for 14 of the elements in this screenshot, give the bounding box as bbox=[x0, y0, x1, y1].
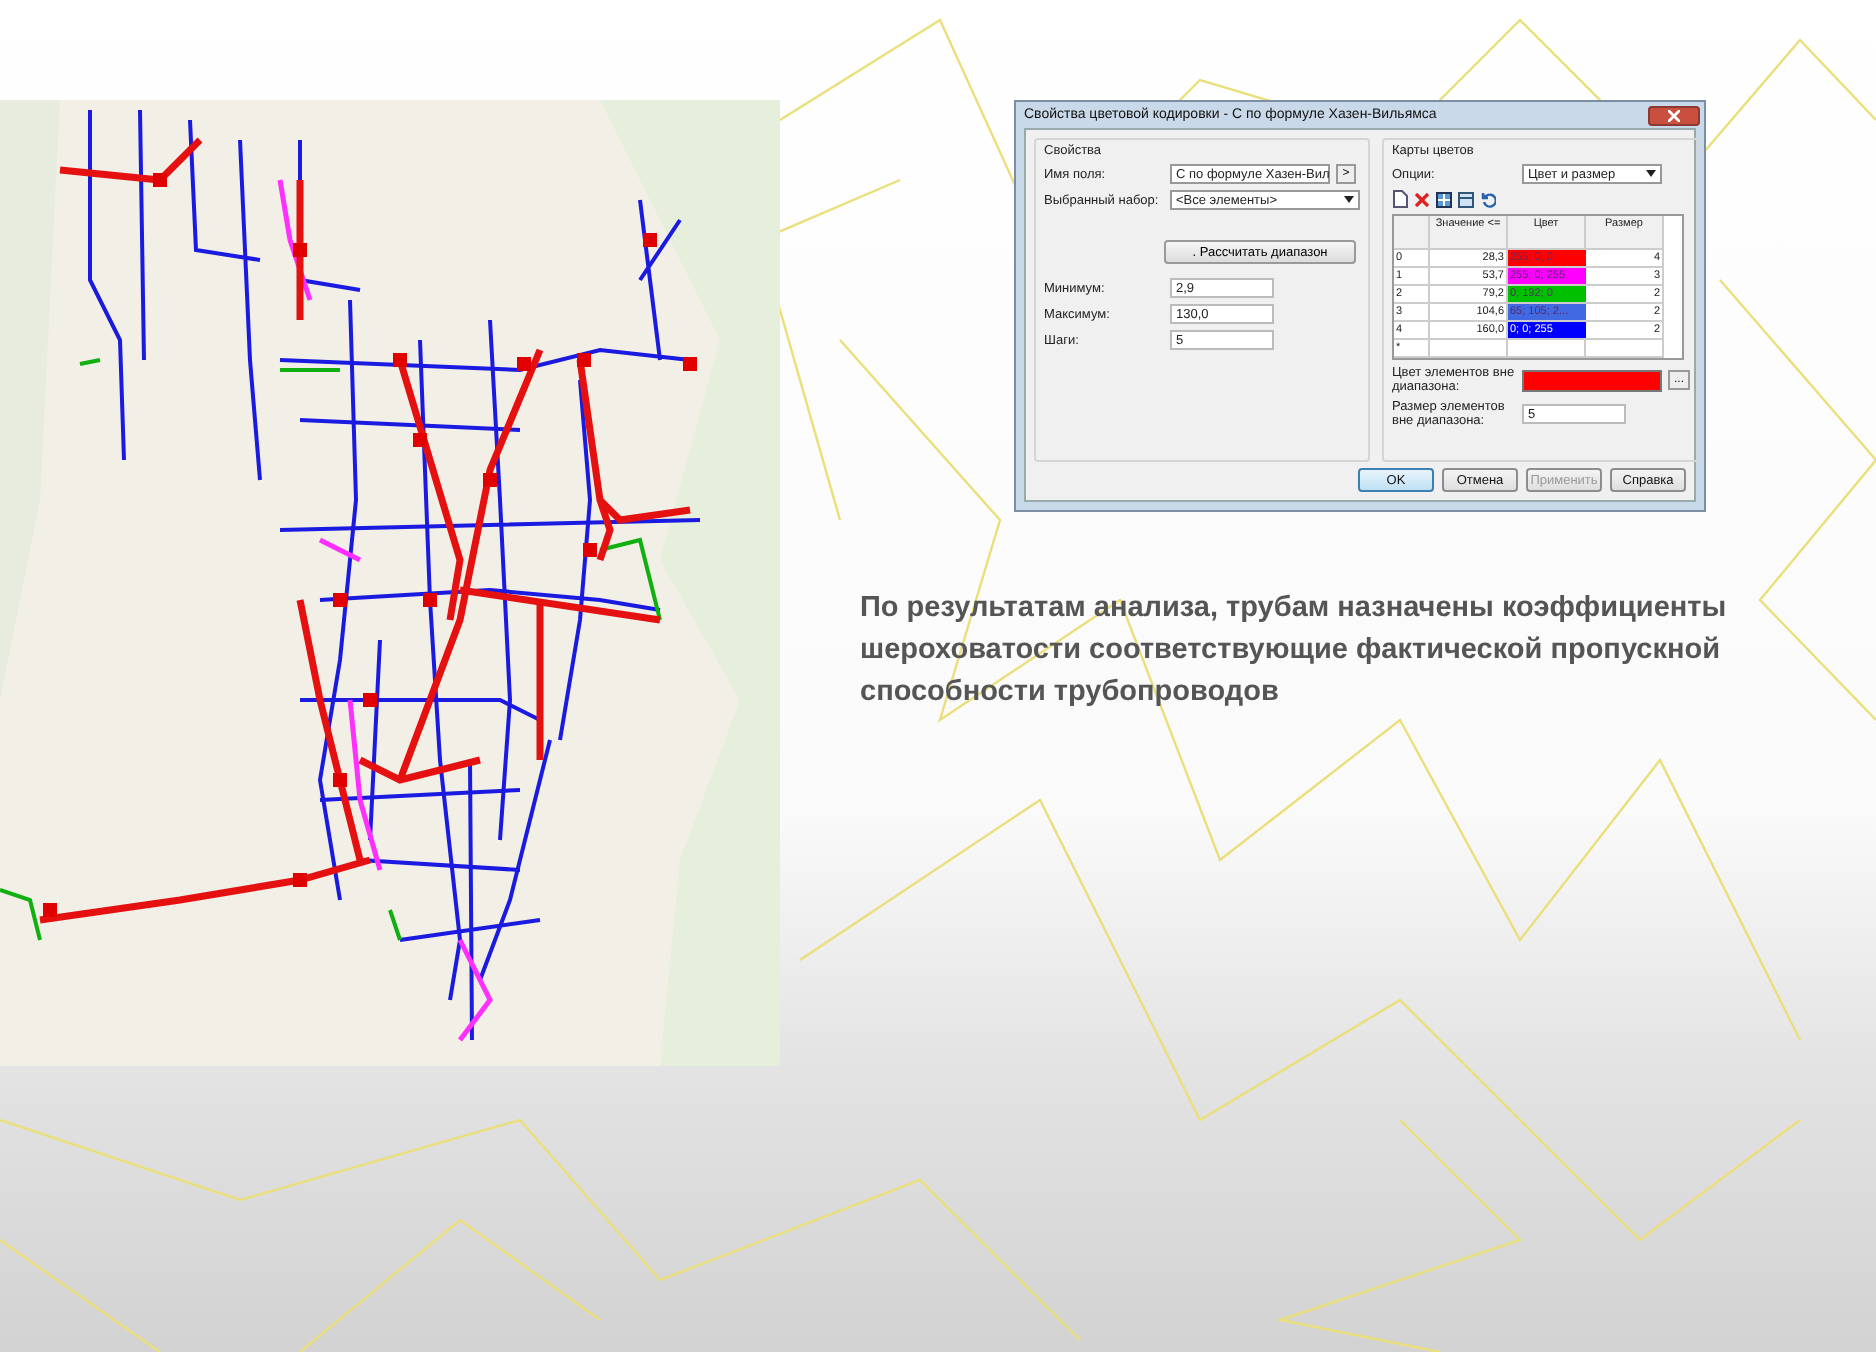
out-of-range-color-swatch[interactable] bbox=[1522, 369, 1662, 391]
close-icon bbox=[1668, 109, 1680, 121]
new-document-icon[interactable] bbox=[1392, 190, 1408, 208]
table-cell bbox=[1430, 340, 1508, 358]
close-button[interactable] bbox=[1648, 105, 1700, 125]
header-cell bbox=[1394, 216, 1430, 250]
table-icon[interactable] bbox=[1458, 191, 1474, 207]
grid-icon[interactable] bbox=[1436, 191, 1452, 207]
delete-icon[interactable] bbox=[1414, 191, 1430, 207]
undo-icon[interactable] bbox=[1480, 191, 1496, 207]
caret-icon bbox=[1344, 196, 1354, 204]
table-cell bbox=[1586, 340, 1664, 358]
caret-icon bbox=[1646, 170, 1656, 178]
table-cell bbox=[1508, 340, 1586, 358]
